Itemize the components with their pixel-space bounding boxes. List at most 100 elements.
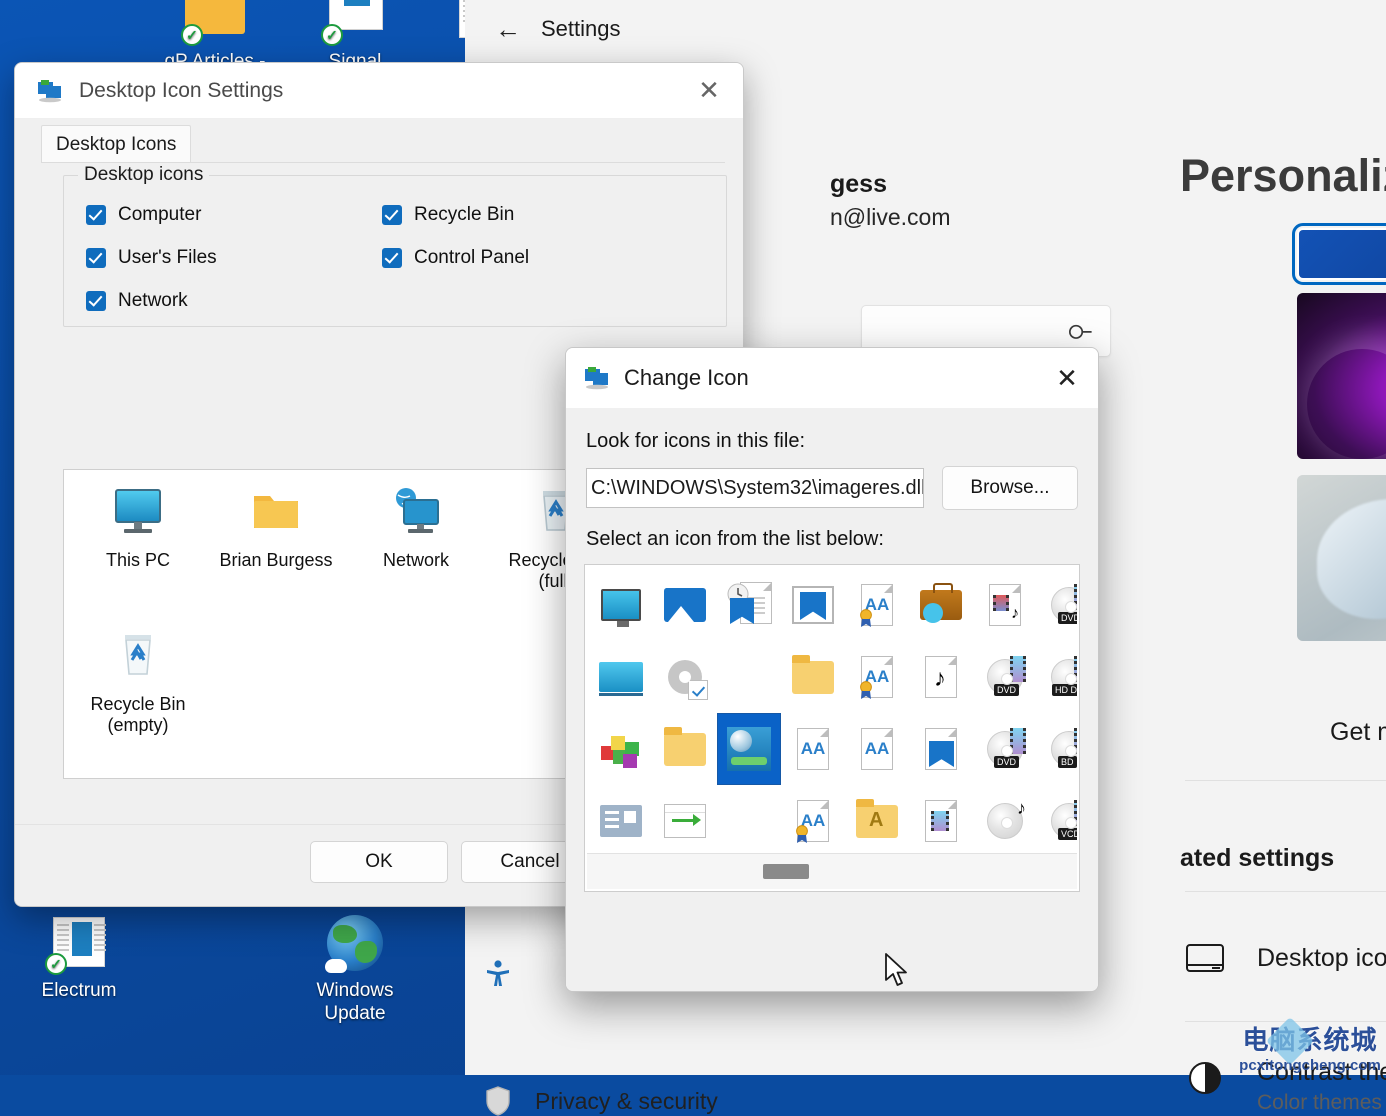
desktop-icon-windows-update[interactable]: Windows Update xyxy=(290,915,420,1025)
icon-cell[interactable] xyxy=(589,785,653,853)
preview-recycle-bin-empty[interactable]: Recycle Bin (empty) xyxy=(74,630,202,736)
music-disc-icon: ♪ xyxy=(987,803,1023,839)
icon-cell[interactable] xyxy=(717,785,781,853)
icon-cell[interactable] xyxy=(589,713,653,785)
row-desktop-icon-settings[interactable]: Desktop icon settin xyxy=(1185,938,1386,978)
icon-cell[interactable] xyxy=(589,569,653,641)
icon-cell[interactable]: AA xyxy=(845,713,909,785)
icon-cell[interactable] xyxy=(653,713,717,785)
back-arrow-icon[interactable]: ← xyxy=(495,16,521,42)
change-icon-icon xyxy=(584,366,610,390)
button-label: Browse... xyxy=(970,477,1049,499)
account-email: n@live.com xyxy=(830,204,951,231)
checkbox-users-files[interactable]: User's Files xyxy=(86,247,217,269)
theme-thumb-blue[interactable] xyxy=(1297,228,1386,280)
icon-cell[interactable] xyxy=(909,785,973,853)
disc-label: HD DV xyxy=(1052,684,1077,696)
tab-desktop-icons[interactable]: Desktop Icons xyxy=(41,125,191,163)
sync-check-icon: ✓ xyxy=(321,24,343,46)
dialog-content: Look for icons in this file: C:\WINDOWS\… xyxy=(566,408,1098,992)
dialog-footer xyxy=(566,905,1098,992)
preview-this-pc[interactable]: This PC xyxy=(74,486,202,571)
font-certificate-icon: AA xyxy=(861,584,893,626)
row-subtitle: Color themes for low xyxy=(1257,1091,1386,1115)
checkbox-control-panel[interactable]: Control Panel xyxy=(382,247,529,269)
preview-user-folder[interactable]: Brian Burgess xyxy=(212,486,340,571)
checkbox-computer[interactable]: Computer xyxy=(86,204,201,226)
icon-cell[interactable] xyxy=(717,641,781,713)
desktop-icon-settings-icon xyxy=(37,79,63,103)
font-folder-icon: A xyxy=(856,805,898,838)
cancel-button[interactable]: Cancel xyxy=(940,991,1076,992)
font-certificate-icon: AA xyxy=(797,800,829,842)
button-label: Cancel xyxy=(500,851,559,873)
theme-thumb-dark-purple[interactable] xyxy=(1297,293,1386,459)
checkbox-icon xyxy=(382,205,402,225)
font-certificate-icon: AA xyxy=(861,656,893,698)
desktop-icon-settings-icon xyxy=(1185,938,1225,978)
picture-frame-icon xyxy=(792,586,834,624)
icon-cell[interactable]: AA xyxy=(781,713,845,785)
pictures-folder-icon xyxy=(664,588,706,622)
disc-label: DVD xyxy=(994,756,1019,768)
monitor-icon xyxy=(601,589,641,621)
path-value: C:\WINDOWS\System32\imageres.dll xyxy=(591,477,924,500)
icon-cell[interactable]: AA xyxy=(845,641,909,713)
sync-check-icon: ✓ xyxy=(45,953,67,975)
icon-cell[interactable]: ♪ xyxy=(973,785,1037,853)
icon-cell[interactable]: BD xyxy=(1037,713,1077,785)
icon-cell[interactable]: AA xyxy=(781,785,845,853)
folder-icon: ✓ xyxy=(179,0,251,46)
ok-button[interactable]: OK xyxy=(310,841,448,883)
close-icon[interactable]: ✕ xyxy=(675,63,743,119)
divider xyxy=(1185,1021,1386,1022)
network-icon xyxy=(388,486,444,544)
icon-cell[interactable] xyxy=(653,785,717,853)
theme-thumb-light-bloom[interactable] xyxy=(1297,475,1386,641)
icon-cell[interactable] xyxy=(717,569,781,641)
icon-cell[interactable]: ♪ xyxy=(973,569,1037,641)
browse-button[interactable]: Browse... xyxy=(942,466,1078,510)
sidebar-item-privacy-security[interactable]: Privacy & security xyxy=(483,1086,718,1116)
icon-cell[interactable]: DVD xyxy=(973,641,1037,713)
remote-desktop-icon xyxy=(727,727,771,771)
icon-cell-selected[interactable] xyxy=(717,713,781,785)
cloud-icon xyxy=(325,959,347,973)
icon-cell[interactable]: DVD xyxy=(973,713,1037,785)
icon-cell[interactable] xyxy=(909,569,973,641)
icon-cell[interactable] xyxy=(781,641,845,713)
sidebar-item-accessibility[interactable] xyxy=(483,958,535,988)
icon-listbox[interactable]: AA ♪ DVD xyxy=(584,564,1080,892)
icon-cell[interactable]: ♪ xyxy=(909,641,973,713)
icon-cell[interactable] xyxy=(909,713,973,785)
icon-cell[interactable] xyxy=(589,641,653,713)
horizontal-scrollbar[interactable] xyxy=(587,853,1077,889)
disc-label: DVD xyxy=(1058,612,1077,624)
icon-cell[interactable]: A xyxy=(845,785,909,853)
icon-cell[interactable]: HD DV xyxy=(1037,641,1077,713)
row-title: Desktop icon settin xyxy=(1257,944,1386,973)
icon-cell[interactable]: VCD xyxy=(1037,785,1077,853)
row-title: Contrast themes xyxy=(1257,1058,1386,1087)
icon-cell[interactable]: AA xyxy=(845,569,909,641)
yellow-folder-icon xyxy=(664,733,706,766)
desktop-icon-electrum[interactable]: ✓ Electrum xyxy=(14,915,144,1002)
checkbox-network[interactable]: Network xyxy=(86,290,188,312)
scrollbar-thumb[interactable] xyxy=(763,864,809,879)
dvd-film-disc-icon: DVD xyxy=(987,731,1023,767)
checkbox-recycle-bin[interactable]: Recycle Bin xyxy=(382,204,514,226)
user-folder-icon xyxy=(248,486,304,544)
disc-label: VCD xyxy=(1058,828,1077,840)
get-more-themes-link[interactable]: Get more themes f xyxy=(1330,718,1386,747)
preview-network[interactable]: Network xyxy=(352,486,480,571)
look-for-icons-label: Look for icons in this file: xyxy=(586,430,805,453)
settings-titlebar: ← Settings xyxy=(465,0,1386,58)
icon-cell[interactable]: DVD xyxy=(1037,569,1077,641)
page-title: Personalizatio xyxy=(1180,150,1386,202)
icon-cell[interactable] xyxy=(781,569,845,641)
row-contrast-themes[interactable]: Contrast themes Color themes for low xyxy=(1185,1058,1386,1115)
close-icon[interactable]: ✕ xyxy=(1036,348,1098,408)
icon-cell[interactable] xyxy=(653,569,717,641)
icon-file-path-input[interactable]: C:\WINDOWS\System32\imageres.dll xyxy=(586,468,924,508)
icon-cell[interactable] xyxy=(653,641,717,713)
